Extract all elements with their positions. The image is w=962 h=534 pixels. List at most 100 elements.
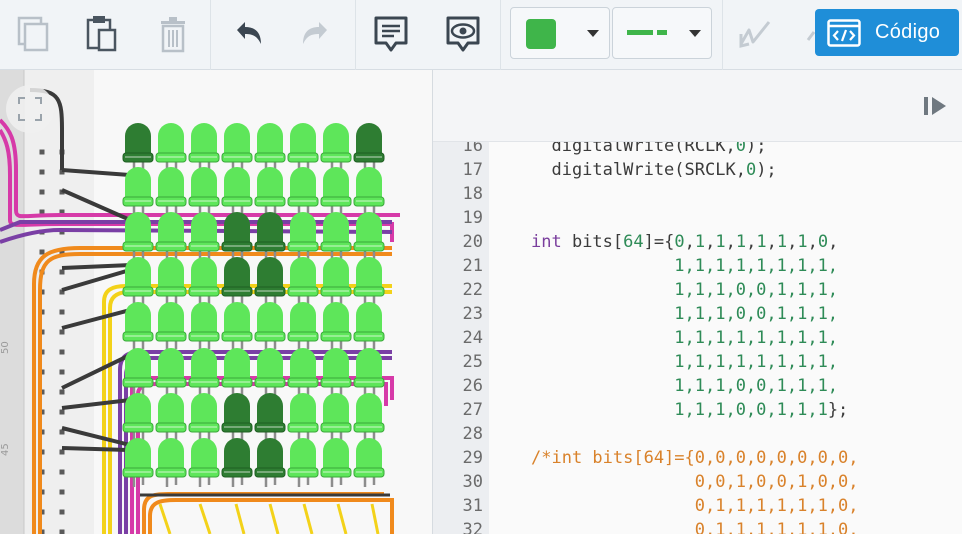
led[interactable] bbox=[155, 348, 187, 397]
led[interactable] bbox=[188, 348, 220, 397]
led[interactable] bbox=[188, 257, 220, 306]
led[interactable] bbox=[320, 348, 352, 397]
led[interactable] bbox=[254, 393, 286, 442]
led[interactable] bbox=[287, 302, 319, 351]
fit-view-button[interactable] bbox=[6, 85, 54, 133]
breadboard-hole bbox=[59, 309, 65, 315]
led[interactable] bbox=[122, 257, 154, 306]
led[interactable] bbox=[221, 123, 253, 172]
led[interactable] bbox=[287, 167, 319, 216]
led[interactable] bbox=[155, 302, 187, 351]
flip-button[interactable] bbox=[728, 8, 782, 60]
circuit-canvas[interactable]: 50 45 bbox=[0, 70, 432, 534]
code-token: 1,1,1,1,1,1,1,1, bbox=[531, 352, 839, 372]
line-number: 23 bbox=[462, 304, 483, 324]
led[interactable] bbox=[221, 302, 253, 351]
led[interactable] bbox=[155, 257, 187, 306]
led[interactable] bbox=[254, 257, 286, 306]
pen-button[interactable] bbox=[790, 8, 816, 60]
code-line[interactable]: 0,0,1,0,0,1,0,0, bbox=[531, 472, 859, 492]
delete-button[interactable] bbox=[146, 8, 200, 60]
delete-icon bbox=[161, 17, 185, 53]
led[interactable] bbox=[254, 123, 286, 172]
line-number-gutter: 16 17 18 19 20 21 22 23 24 25 26 27 28 29 30 31 32 bbox=[433, 142, 489, 534]
led[interactable] bbox=[254, 302, 286, 351]
code-line[interactable]: digitalWrite(RCLK,0); bbox=[531, 142, 766, 156]
code-line[interactable]: 1,1,1,1,1,1,1,1, bbox=[531, 352, 838, 372]
led[interactable] bbox=[320, 302, 352, 351]
led[interactable] bbox=[122, 123, 154, 172]
code-line[interactable]: int bits[64]={0,1,1,1,1,1,1,0, bbox=[531, 232, 838, 252]
led[interactable] bbox=[254, 348, 286, 397]
code-button[interactable]: Código bbox=[815, 9, 959, 56]
led[interactable] bbox=[320, 257, 352, 306]
led[interactable] bbox=[287, 438, 319, 487]
led[interactable] bbox=[155, 438, 187, 487]
led[interactable] bbox=[188, 167, 220, 216]
led[interactable] bbox=[353, 302, 385, 351]
notes-button[interactable] bbox=[364, 8, 418, 60]
notes-icon bbox=[374, 16, 408, 52]
breadboard-hole bbox=[59, 529, 65, 534]
led[interactable] bbox=[287, 257, 319, 306]
redo-button[interactable] bbox=[290, 8, 344, 60]
code-token: 1 bbox=[797, 232, 808, 252]
code-token: 1 bbox=[776, 232, 788, 252]
visibility-button[interactable] bbox=[436, 8, 490, 60]
led[interactable] bbox=[320, 123, 352, 172]
step-play-icon[interactable] bbox=[921, 94, 949, 118]
breadboard-hole bbox=[59, 369, 65, 375]
wire[interactable] bbox=[61, 446, 131, 452]
led[interactable] bbox=[221, 257, 253, 306]
circuit-diagram[interactable]: 50 45 bbox=[0, 70, 432, 534]
line-number: 21 bbox=[462, 256, 483, 276]
code-line[interactable]: digitalWrite(SRCLK,0); bbox=[531, 160, 776, 180]
led[interactable] bbox=[155, 123, 187, 172]
led[interactable] bbox=[353, 123, 385, 172]
led[interactable] bbox=[155, 393, 187, 442]
led[interactable] bbox=[320, 167, 352, 216]
led[interactable] bbox=[320, 393, 352, 442]
code-line[interactable]: 1,1,1,0,0,1,1,1}; bbox=[531, 400, 848, 420]
led[interactable] bbox=[221, 438, 253, 487]
undo-button[interactable] bbox=[220, 8, 274, 60]
code-line[interactable]: 1,1,1,1,1,1,1,1, bbox=[531, 328, 838, 348]
led[interactable] bbox=[353, 438, 385, 487]
led-matrix[interactable] bbox=[122, 123, 385, 487]
code-token: 1 bbox=[715, 232, 726, 252]
wire-style-dropdown[interactable] bbox=[612, 7, 712, 59]
led[interactable] bbox=[353, 348, 385, 397]
led[interactable] bbox=[353, 393, 385, 442]
led[interactable] bbox=[221, 393, 253, 442]
led[interactable] bbox=[353, 257, 385, 306]
led[interactable] bbox=[221, 348, 253, 397]
code-line[interactable]: 0,1,1,1,1,1,1,0, bbox=[531, 496, 859, 516]
paste-button[interactable] bbox=[74, 8, 128, 60]
led[interactable] bbox=[188, 123, 220, 172]
code-line[interactable]: 1,1,1,1,1,1,1,1, bbox=[531, 256, 838, 276]
code-line[interactable]: 1,1,1,0,0,1,1,1, bbox=[531, 376, 838, 396]
code-line[interactable]: 1,1,1,0,0,1,1,1, bbox=[531, 280, 838, 300]
led[interactable] bbox=[221, 167, 253, 216]
led[interactable] bbox=[254, 167, 286, 216]
led[interactable] bbox=[287, 393, 319, 442]
led[interactable] bbox=[188, 438, 220, 487]
led[interactable] bbox=[353, 167, 385, 216]
code-line[interactable]: 0,1,1,1,1,1,1,0, bbox=[531, 520, 859, 534]
led[interactable] bbox=[287, 348, 319, 397]
code-editor[interactable]: digitalWrite(RCLK,0); digitalWrite(SRCLK… bbox=[489, 142, 962, 534]
code-line[interactable]: 1,1,1,0,0,1,1,1, bbox=[531, 304, 838, 324]
code-token: ]={ bbox=[643, 232, 675, 252]
led[interactable] bbox=[122, 302, 154, 351]
led[interactable] bbox=[122, 167, 154, 216]
led[interactable] bbox=[188, 302, 220, 351]
led[interactable] bbox=[188, 393, 220, 442]
led[interactable] bbox=[155, 167, 187, 216]
wire[interactable] bbox=[158, 503, 380, 534]
led[interactable] bbox=[320, 438, 352, 487]
led[interactable] bbox=[254, 438, 286, 487]
code-line[interactable]: /*int bits[64]={0,0,0,0,0,0,0,0, bbox=[531, 448, 859, 468]
copy-button[interactable] bbox=[4, 8, 58, 60]
led[interactable] bbox=[287, 123, 319, 172]
color-picker-dropdown[interactable] bbox=[510, 7, 610, 59]
